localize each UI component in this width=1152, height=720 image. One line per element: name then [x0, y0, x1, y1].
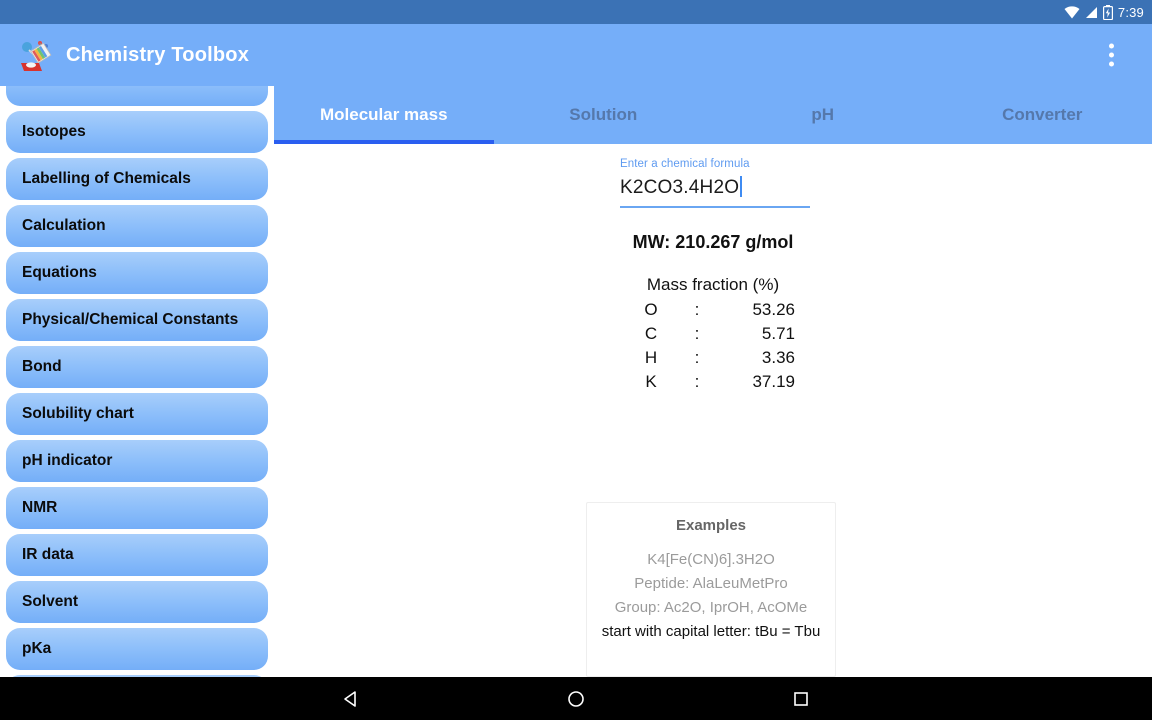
tab-bar: Molecular mass Solution pH Converter	[274, 86, 1152, 144]
sidebar-item-ph-indicator[interactable]: pH indicator	[6, 440, 268, 482]
mass-fraction-separator: :	[694, 348, 700, 367]
mass-fraction-row: K: 37.19	[631, 370, 795, 394]
formula-input-row[interactable]: K2CO3.4H2O	[620, 176, 810, 203]
mass-fraction-row: C: 5.71	[631, 322, 795, 346]
mass-fraction-value: 3.36	[761, 348, 795, 367]
sidebar-item-label: Isotopes	[22, 123, 86, 140]
status-bar-clock: 7:39	[1117, 4, 1144, 20]
sidebar-item-pka[interactable]: pKa	[6, 628, 268, 670]
examples-lines: K4[Fe(CN)6].3H2O Peptide: AlaLeuMetPro Gro…	[587, 548, 835, 644]
sidebar-item-isotopes[interactable]: Isotopes	[6, 111, 268, 153]
tab-molecular-mass[interactable]: Molecular mass	[274, 86, 494, 144]
formula-input-underline	[620, 206, 810, 208]
mass-fraction-value: 53.26	[752, 300, 795, 319]
sidebar-item-calculation[interactable]: Calculation	[6, 205, 268, 247]
sidebar-item-label: NMR	[22, 499, 58, 516]
formula-input-block: Enter a chemical formula K2CO3.4H2O	[620, 158, 810, 208]
sidebar-item-label: Physical/Chemical Constants	[22, 311, 239, 328]
mass-fraction-value: 37.19	[752, 372, 795, 391]
sidebar-item-bond[interactable]: Bond	[6, 346, 268, 388]
sidebar-item-nmr[interactable]: NMR	[6, 487, 268, 529]
sidebar-item-equations[interactable]: Equations	[6, 252, 268, 294]
mass-fraction-element: H	[644, 348, 658, 367]
sidebar-item-label: Equations	[22, 264, 97, 281]
tab-solution[interactable]: Solution	[494, 86, 714, 144]
wifi-icon	[1064, 5, 1080, 19]
formula-input[interactable]: K2CO3.4H2O	[620, 177, 739, 203]
mass-fraction-separator: :	[694, 372, 700, 391]
sidebar-item-label: IR data	[22, 546, 74, 563]
example-line: start with capital letter: tBu = Tbu	[601, 623, 821, 640]
tab-label: Converter	[1002, 105, 1083, 124]
mass-fraction-element: K	[645, 372, 657, 391]
app-title: Chemistry Toolbox	[66, 43, 250, 66]
sidebar-item-label: Calculation	[22, 217, 106, 234]
formula-input-label: Enter a chemical formula	[620, 158, 750, 170]
chemistry-toolbox-app-icon	[18, 36, 56, 74]
examples-card: Examples K4[Fe(CN)6].3H2O Peptide: AlaLeu…	[586, 502, 836, 677]
sidebar-item-label: pKa	[22, 640, 52, 657]
sidebar-item-ir-data[interactable]: IR data	[6, 534, 268, 576]
sidebar-item-label: Solubility chart	[22, 405, 134, 422]
tab-label: Molecular mass	[319, 105, 448, 124]
app-root: 7:39 Chemistry Toolbox Isotopes Labellin…	[0, 0, 1152, 720]
sidebar-item-label: Bond	[22, 358, 62, 375]
mass-fraction-element: C	[644, 324, 658, 343]
app-bar: Chemistry Toolbox	[0, 24, 1152, 86]
tab-label: pH	[811, 105, 835, 124]
back-triangle-icon[interactable]	[294, 689, 409, 709]
sidebar-item-label: pH indicator	[22, 452, 113, 469]
sidebar[interactable]: Isotopes Labelling of Chemicals Calculatio…	[0, 86, 274, 677]
tab-ph[interactable]: pH	[713, 86, 933, 144]
sidebar-item-label: Solvent	[22, 593, 78, 610]
battery-icon	[1102, 4, 1113, 20]
mass-fraction-separator: :	[694, 324, 700, 343]
example-line: Group: Ac2O, IprOH, AcOMe	[614, 599, 808, 616]
tab-converter[interactable]: Converter	[933, 86, 1152, 144]
sidebar-item-physical-chemical-constants[interactable]: Physical/Chemical Constants	[6, 299, 268, 341]
tab-label: Solution	[569, 105, 638, 124]
sidebar-item-solvent[interactable]: Solvent	[6, 581, 268, 623]
mass-fraction-title: Mass fraction (%)	[646, 275, 780, 294]
android-nav-bar	[0, 677, 1152, 720]
example-line: Peptide: AlaLeuMetPro	[634, 575, 788, 592]
recents-square-icon[interactable]	[744, 689, 859, 709]
tab-list: Molecular mass Solution pH Converter	[274, 86, 1152, 144]
home-circle-icon[interactable]	[519, 689, 634, 709]
mass-fraction-row: H: 3.36	[631, 346, 795, 370]
molecular-weight-result: MW: 210.267 g/mol	[632, 232, 794, 252]
mass-fraction-row: O: 53.26	[631, 298, 795, 322]
text-caret	[740, 176, 743, 197]
mass-fraction-table: O: 53.26 C: 5.71 H: 3.36 K: 37.19	[631, 298, 795, 394]
example-line: K4[Fe(CN)6].3H2O	[647, 551, 775, 568]
signal-icon	[1085, 6, 1098, 19]
examples-title: Examples	[675, 517, 747, 534]
mass-fraction-value: 5.71	[761, 324, 795, 343]
sidebar-item-labelling-of-chemicals[interactable]: Labelling of Chemicals	[6, 158, 268, 200]
mass-fraction-element: O	[644, 300, 658, 319]
status-bar: 7:39	[0, 0, 1152, 24]
sidebar-item-label: Labelling of Chemicals	[22, 170, 191, 187]
mass-fraction-separator: :	[694, 300, 700, 319]
sidebar-list: Isotopes Labelling of Chemicals Calculatio…	[0, 86, 274, 677]
sidebar-item-solubility-chart[interactable]: Solubility chart	[6, 393, 268, 435]
overflow-menu-icon[interactable]	[1097, 34, 1126, 77]
sidebar-item-partial[interactable]	[6, 86, 268, 106]
main-content: Enter a chemical formula K2CO3.4H2O MW: …	[274, 144, 1152, 677]
